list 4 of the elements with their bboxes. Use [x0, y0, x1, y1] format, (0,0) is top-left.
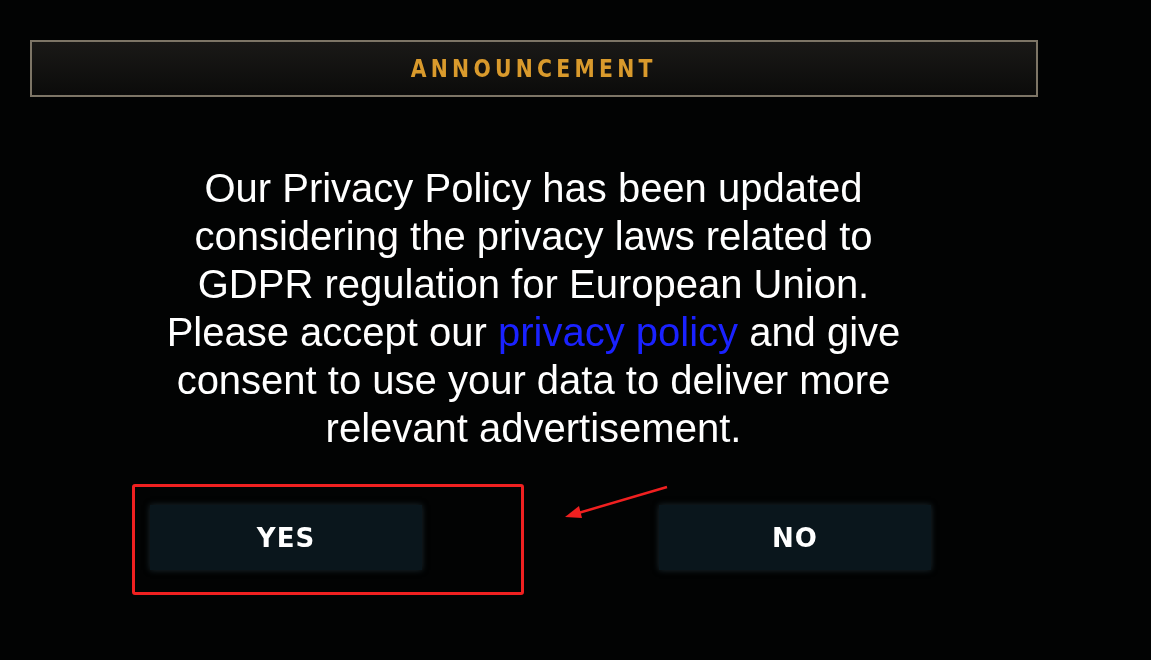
dialog-button[interactable]: NO	[659, 505, 931, 570]
dialog-button[interactable]: YES	[150, 505, 422, 570]
message-text: Our Privacy Policy has been updated considering the privacy laws related to GDPR regulation for European Union. Please accept our privacy policy and give consent to use your data to deliver more relevant advertisement.	[165, 165, 902, 452]
dialog-title: ANNOUNCEMENT	[411, 54, 657, 83]
